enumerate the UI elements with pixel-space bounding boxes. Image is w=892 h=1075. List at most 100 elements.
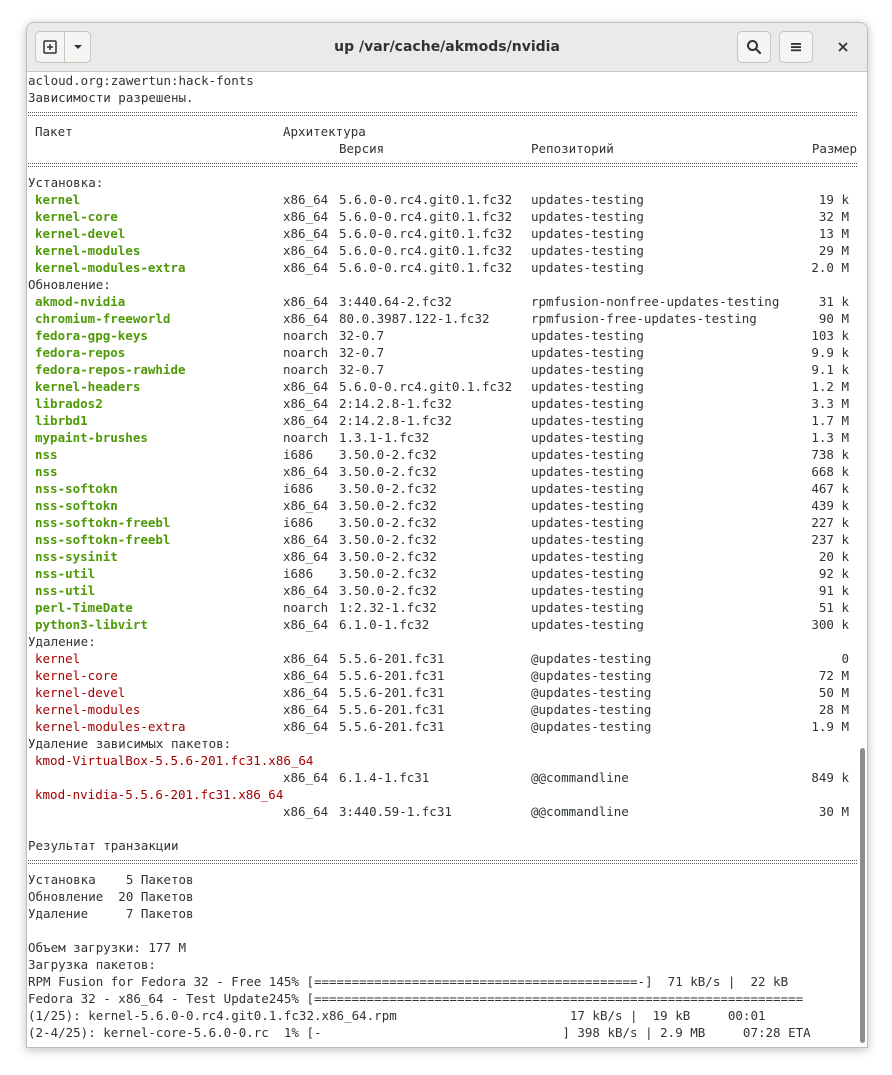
package-repo: updates-testing	[531, 481, 644, 496]
new-tab-icon	[43, 40, 57, 54]
scrollbar-thumb[interactable]	[860, 748, 865, 1043]
package-version: 1.3.1-1.fc32	[339, 430, 430, 445]
package-size: 92 k	[818, 566, 849, 581]
summary-row: Установка 5 Пакетов	[27, 871, 857, 888]
package-row: kernel x86_64 5.5.6-201.fc31 @updates-testi…	[27, 650, 857, 667]
package-version: 32-0.7	[339, 345, 385, 360]
terminal-window: up /var/cache/akmods/nvidia acloud.org:z…	[26, 22, 868, 1048]
package-arch: x86_64	[283, 226, 329, 241]
separator-rule	[27, 106, 857, 123]
package-size: 13 M	[818, 226, 849, 241]
package-name: nss	[35, 447, 58, 462]
search-button[interactable]	[737, 31, 771, 63]
package-version: 3.50.0-2.fc32	[339, 498, 437, 513]
progress-row: (2-4/25): kernel-core-5.6.0-0.rc 1% [- ]…	[27, 1024, 857, 1041]
package-name: nss-util	[35, 583, 96, 598]
package-version: 5.5.6-201.fc31	[339, 719, 445, 734]
package-name: python3-libvirt	[35, 617, 148, 632]
package-name: mypaint-brushes	[35, 430, 148, 445]
package-version: 5.6.0-0.rc4.git0.1.fc32	[339, 379, 513, 394]
package-version: 1:2.32-1.fc32	[339, 600, 437, 615]
package-version: 3.50.0-2.fc32	[339, 549, 437, 564]
package-version: 3:440.64-2.fc32	[339, 294, 452, 309]
package-row: nss-util x86_64 3.50.0-2.fc32 updates-testi…	[27, 582, 857, 599]
output-text: Зависимости разрешены.	[28, 90, 194, 105]
package-version: 3.50.0-2.fc32	[339, 532, 437, 547]
terminal-output[interactable]: acloud.org:zawertun:hack-fonts Зависимост…	[27, 72, 857, 1047]
package-size: 300 k	[811, 617, 849, 632]
package-arch: x86_64	[283, 617, 329, 632]
tab-menu-button[interactable]	[64, 31, 91, 63]
package-repo: updates-testing	[531, 498, 644, 513]
package-row: librados2 x86_64 2:14.2.8-1.fc32 updates-te…	[27, 395, 857, 412]
column-header-arch: Архитектура	[283, 124, 366, 139]
package-row: chromium-freeworld x86_64 80.0.3987.122-1.…	[27, 310, 857, 327]
package-name: librbd1	[35, 413, 88, 428]
package-arch: x86_64	[283, 243, 329, 258]
package-row: python3-libvirt x86_64 6.1.0-1.fc32 updates…	[27, 616, 857, 633]
package-repo: updates-testing	[531, 617, 644, 632]
package-arch: i686	[283, 481, 314, 496]
package-arch: x86_64	[283, 464, 329, 479]
package-repo: updates-testing	[531, 532, 644, 547]
package-size: 29 M	[818, 243, 849, 258]
new-tab-button[interactable]	[35, 31, 65, 63]
column-header-row: Пакет Архитектура	[27, 123, 857, 140]
package-repo: @updates-testing	[531, 702, 652, 717]
package-version: 3:440.59-1.fc31	[339, 804, 452, 819]
package-name: kernel-headers	[35, 379, 141, 394]
package-row: mypaint-brushes noarch 1.3.1-1.fc32 updates…	[27, 429, 857, 446]
package-name: librados2	[35, 396, 103, 411]
package-repo: updates-testing	[531, 447, 644, 462]
package-version: 5.5.6-201.fc31	[339, 651, 445, 666]
package-repo: updates-testing	[531, 379, 644, 394]
column-header-package: Пакет	[35, 124, 73, 139]
package-arch: noarch	[283, 362, 329, 377]
package-size: 91 k	[818, 583, 849, 598]
close-button[interactable]	[827, 31, 859, 63]
package-arch: noarch	[283, 345, 329, 360]
package-version: 5.5.6-201.fc31	[339, 685, 445, 700]
package-repo: updates-testing	[531, 413, 644, 428]
package-name: kernel-modules	[35, 702, 141, 717]
package-version: 3.50.0-2.fc32	[339, 464, 437, 479]
package-version: 5.6.0-0.rc4.git0.1.fc32	[339, 260, 513, 275]
package-arch: x86_64	[283, 260, 329, 275]
package-arch: x86_64	[283, 379, 329, 394]
summary-line: Удаление 7 Пакетов	[28, 906, 194, 921]
package-row: kernel-modules x86_64 5.5.6-201.fc31 @updat…	[27, 701, 857, 718]
menu-button[interactable]	[779, 31, 813, 63]
progress-row: Fedora 32 - x86_64 - Test Update245% [==…	[27, 990, 857, 1007]
package-version: 5.6.0-0.rc4.git0.1.fc32	[339, 209, 513, 224]
package-repo: @@commandline	[531, 770, 629, 785]
package-size: 849 k	[811, 770, 849, 785]
package-size: 668 k	[811, 464, 849, 479]
package-name: fedora-repos-rawhide	[35, 362, 186, 377]
section-title-row: Удаление:	[27, 633, 857, 650]
package-name: kmod-VirtualBox-5.5.6-201.fc31.x86_64	[35, 753, 314, 768]
package-arch: i686	[283, 447, 314, 462]
section-title: Обновление:	[28, 277, 111, 292]
package-row: nss i686 3.50.0-2.fc32 updates-testing 738 k	[27, 446, 857, 463]
hamburger-menu-icon	[791, 43, 801, 52]
package-size: 90 M	[818, 311, 849, 326]
package-name: nss-sysinit	[35, 549, 118, 564]
package-row: perl-TimeDate noarch 1:2.32-1.fc32 updates-…	[27, 599, 857, 616]
section-title-row: Обновление:	[27, 276, 857, 293]
package-size: 31 k	[818, 294, 849, 309]
chevron-down-icon	[73, 45, 82, 49]
package-version: 32-0.7	[339, 328, 385, 343]
column-header-repo: Репозиторий	[531, 141, 614, 156]
package-size: 3.3 M	[811, 396, 849, 411]
package-version: 5.6.0-0.rc4.git0.1.fc32	[339, 243, 513, 258]
package-repo: @updates-testing	[531, 668, 652, 683]
package-arch: x86_64	[283, 685, 329, 700]
download-label-row: Загрузка пакетов:	[27, 956, 857, 973]
package-name: kernel-core	[35, 209, 118, 224]
package-size: 1.7 M	[811, 413, 849, 428]
package-size: 50 M	[818, 685, 849, 700]
package-arch: x86_64	[283, 583, 329, 598]
package-name: nss	[35, 464, 58, 479]
close-icon	[838, 42, 848, 52]
